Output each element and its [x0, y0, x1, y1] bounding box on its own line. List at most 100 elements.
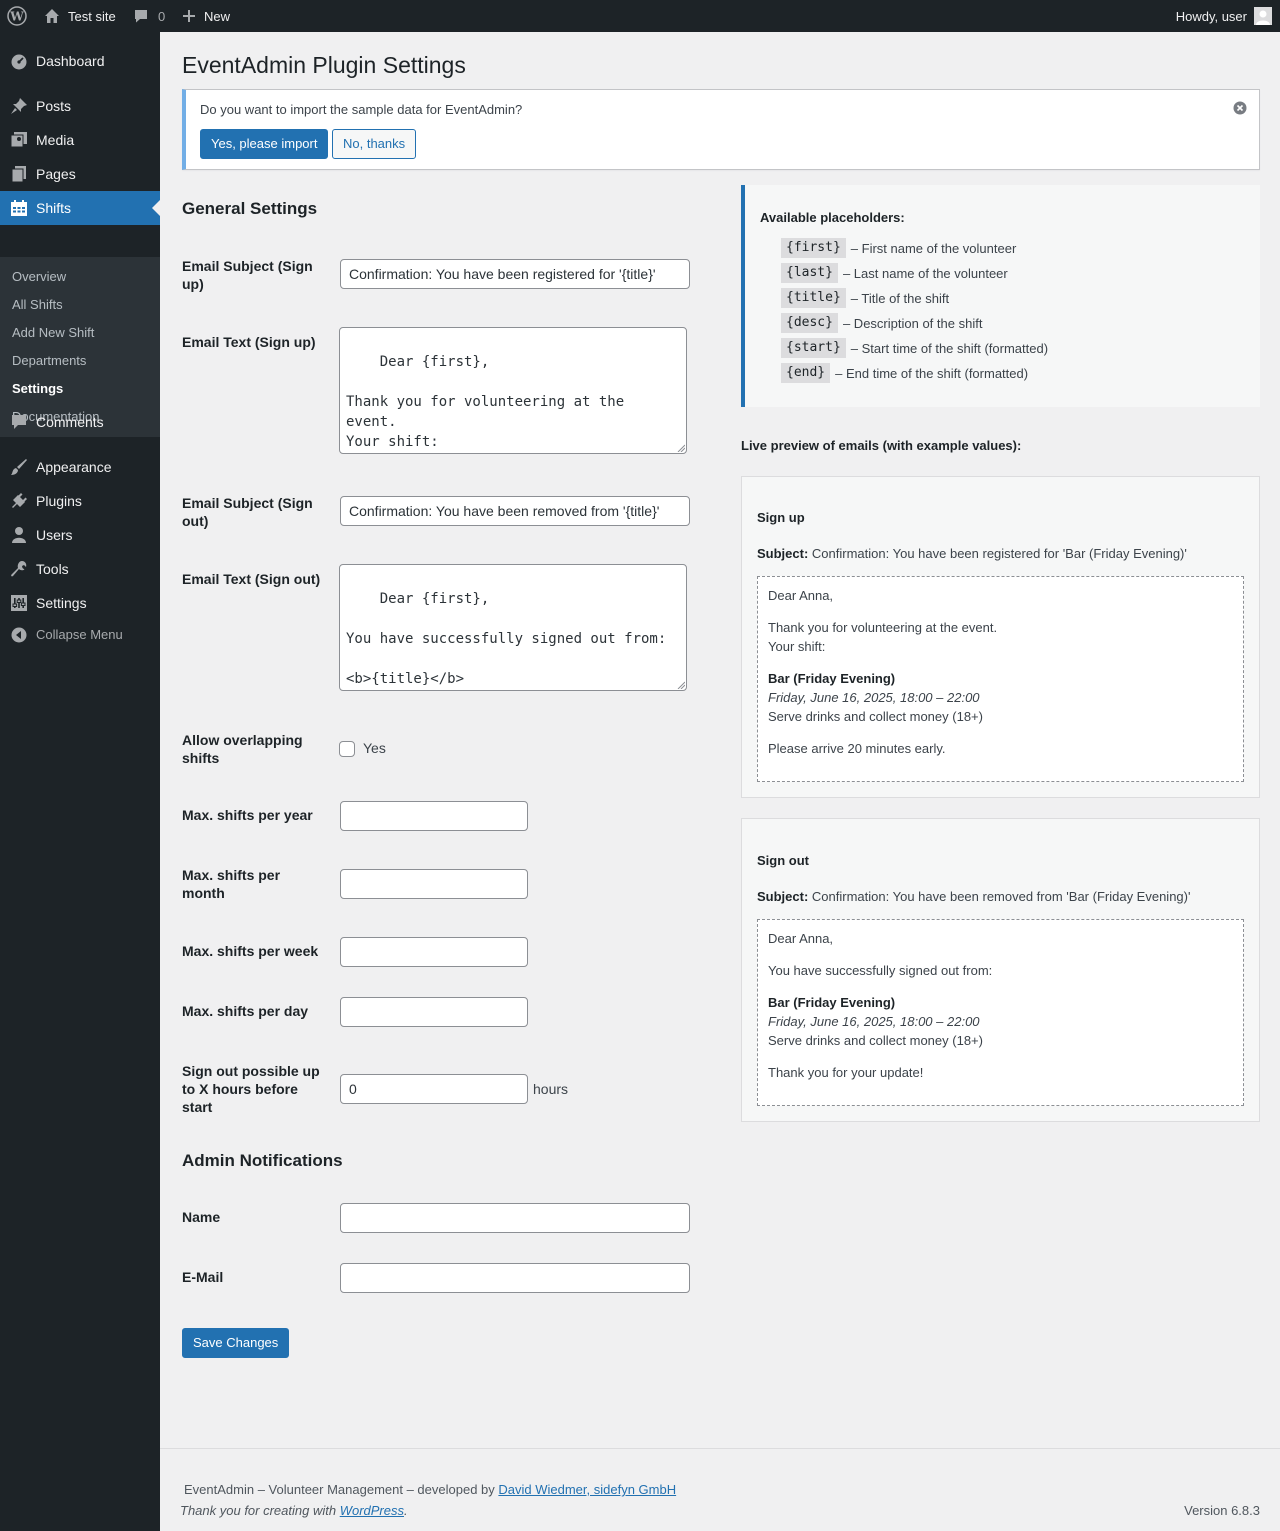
menu-comments[interactable]: Comments — [0, 405, 160, 439]
placeholders-heading: Available placeholders: — [760, 210, 905, 225]
email-text-signup-textarea[interactable]: Dear {first}, Thank you for volunteering… — [339, 327, 687, 454]
email-closing: Thank you for your update! — [768, 1065, 924, 1080]
shift-title: Bar (Friday Evening) — [768, 995, 896, 1010]
max-shifts-year-input[interactable] — [340, 801, 528, 831]
site-home-link[interactable]: Test site — [44, 0, 116, 32]
shift-time: Friday, June 16, 2025, 18:00 – 22:00 — [768, 690, 980, 705]
preview-email-body: Dear Anna, Thank you for volunteering at… — [757, 576, 1244, 782]
dismiss-icon[interactable] — [1233, 101, 1247, 118]
placeholder-item: {first} – First name of the volunteer — [781, 238, 1016, 258]
submenu-settings[interactable]: Settings — [12, 380, 63, 398]
comments-count: 0 — [158, 8, 166, 24]
subject-value: Confirmation: You have been registered f… — [811, 546, 1187, 561]
plug-icon — [9, 491, 29, 511]
brush-icon — [9, 457, 29, 477]
email-text-signup-label: Email Text (Sign up) — [182, 334, 316, 350]
live-preview-heading: Live preview of emails (with example val… — [741, 438, 1022, 453]
email-line: Thank you for volunteering at the event. — [768, 620, 998, 635]
submenu-overview[interactable]: Overview — [12, 268, 66, 286]
menu-shifts[interactable]: Shifts — [0, 191, 160, 225]
max-shifts-week-input[interactable] — [340, 937, 528, 967]
menu-settings[interactable]: Settings — [0, 586, 160, 620]
import-yes-button[interactable]: Yes, please import — [200, 129, 329, 159]
admin-email-input[interactable] — [340, 1263, 690, 1293]
wordpress-link[interactable]: WordPress — [340, 1503, 404, 1518]
max-shifts-month-input[interactable] — [340, 869, 528, 899]
shift-description: Serve drinks and collect money (18+) — [768, 709, 983, 724]
page-title: EventAdmin Plugin Settings — [182, 52, 466, 78]
preview-title: Sign up — [757, 510, 805, 525]
credit-text: EventAdmin – Volunteer Management – deve… — [184, 1482, 495, 1497]
menu-label: Settings — [36, 595, 87, 611]
submenu-departments[interactable]: Departments — [12, 352, 86, 370]
max-shifts-day-label: Max. shifts per day — [182, 1003, 309, 1019]
shift-time: Friday, June 16, 2025, 18:00 – 22:00 — [768, 1014, 980, 1029]
calendar-icon — [9, 198, 29, 218]
max-shifts-week-label: Max. shifts per week — [182, 943, 319, 959]
placeholder-desc: – First name of the volunteer — [850, 240, 1017, 256]
thanks-text: Thank you for creating with — [180, 1503, 337, 1518]
allow-overlapping-checkbox[interactable] — [339, 741, 355, 757]
menu-posts[interactable]: Posts — [0, 89, 160, 123]
placeholder-desc: – End time of the shift (formatted) — [835, 365, 1029, 381]
menu-media[interactable]: Media — [0, 123, 160, 157]
comment-icon — [9, 412, 29, 432]
menu-tools[interactable]: Tools — [0, 552, 160, 586]
menu-label: Collapse Menu — [36, 627, 123, 642]
pages-icon — [9, 164, 29, 184]
plus-icon — [182, 9, 196, 23]
placeholder-code: {start} — [781, 338, 846, 358]
admin-bar: W Test site 0 New Howdy, user — [0, 0, 1280, 32]
admin-name-input[interactable] — [340, 1203, 690, 1233]
email-subject-signup-input[interactable]: Confirmation: You have been registered f… — [340, 259, 690, 289]
signout-hours-input[interactable]: 0 — [340, 1074, 528, 1104]
placeholder-item: {start} – Start time of the shift (format… — [781, 338, 1048, 358]
comment-icon — [133, 8, 149, 24]
wordpress-logo-icon[interactable]: W — [7, 0, 27, 32]
placeholder-item: {last} – Last name of the volunteer — [781, 263, 1008, 283]
menu-label: Shifts — [36, 200, 72, 216]
general-settings-heading: General Settings — [182, 199, 318, 218]
resize-grip-icon[interactable] — [677, 444, 685, 452]
import-notice: Do you want to import the sample data fo… — [182, 89, 1260, 170]
email-line: You have successfully signed out from: — [768, 963, 993, 978]
settings-icon — [9, 593, 29, 613]
menu-label: Tools — [36, 561, 69, 577]
comments-link[interactable]: 0 — [133, 0, 165, 32]
menu-label: Comments — [36, 414, 104, 430]
subject-value: Confirmation: You have been removed from… — [811, 889, 1191, 904]
placeholder-code: {desc} — [781, 313, 838, 333]
max-shifts-day-input[interactable] — [340, 997, 528, 1027]
menu-plugins[interactable]: Plugins — [0, 484, 160, 518]
menu-label: Pages — [36, 166, 76, 182]
subject-label: Subject: — [757, 889, 809, 904]
new-content-link[interactable]: New — [182, 0, 230, 32]
import-no-button[interactable]: No, thanks — [332, 129, 417, 159]
email-greeting: Dear Anna, — [768, 931, 834, 946]
developer-link[interactable]: David Wiedmer, sidefyn GmbH — [498, 1482, 676, 1497]
user-icon — [9, 525, 29, 545]
menu-label: Appearance — [36, 459, 112, 475]
current-arrow — [152, 200, 160, 216]
signout-hours-label: Sign out possible up to X hours before s… — [182, 1063, 320, 1115]
resize-grip-icon[interactable] — [677, 681, 685, 689]
save-changes-button[interactable]: Save Changes — [182, 1328, 290, 1358]
submenu-all-shifts[interactable]: All Shifts — [12, 296, 63, 314]
user-account-menu[interactable]: Howdy, user — [1176, 0, 1272, 32]
signup-preview-panel: Sign up Subject: Confirmation: You have … — [741, 476, 1260, 798]
preview-email-body: Dear Anna, You have successfully signed … — [757, 919, 1244, 1106]
menu-pages[interactable]: Pages — [0, 157, 160, 191]
collapse-icon — [9, 625, 29, 645]
email-text-signout-textarea[interactable]: Dear {first}, You have successfully sign… — [339, 564, 687, 691]
plugin-credit: EventAdmin – Volunteer Management – deve… — [184, 1482, 676, 1497]
submenu-add-new-shift[interactable]: Add New Shift — [12, 324, 94, 342]
shift-description: Serve drinks and collect money (18+) — [768, 1033, 983, 1048]
email-subject-signout-input[interactable]: Confirmation: You have been removed from… — [340, 496, 690, 526]
wrench-icon — [9, 559, 29, 579]
admin-name-label: Name — [182, 1209, 221, 1225]
allow-overlapping-option: Yes — [363, 740, 386, 756]
collapse-menu-button[interactable]: Collapse Menu — [0, 618, 160, 652]
menu-users[interactable]: Users — [0, 518, 160, 552]
menu-dashboard[interactable]: Dashboard — [0, 44, 160, 78]
menu-appearance[interactable]: Appearance — [0, 450, 160, 484]
